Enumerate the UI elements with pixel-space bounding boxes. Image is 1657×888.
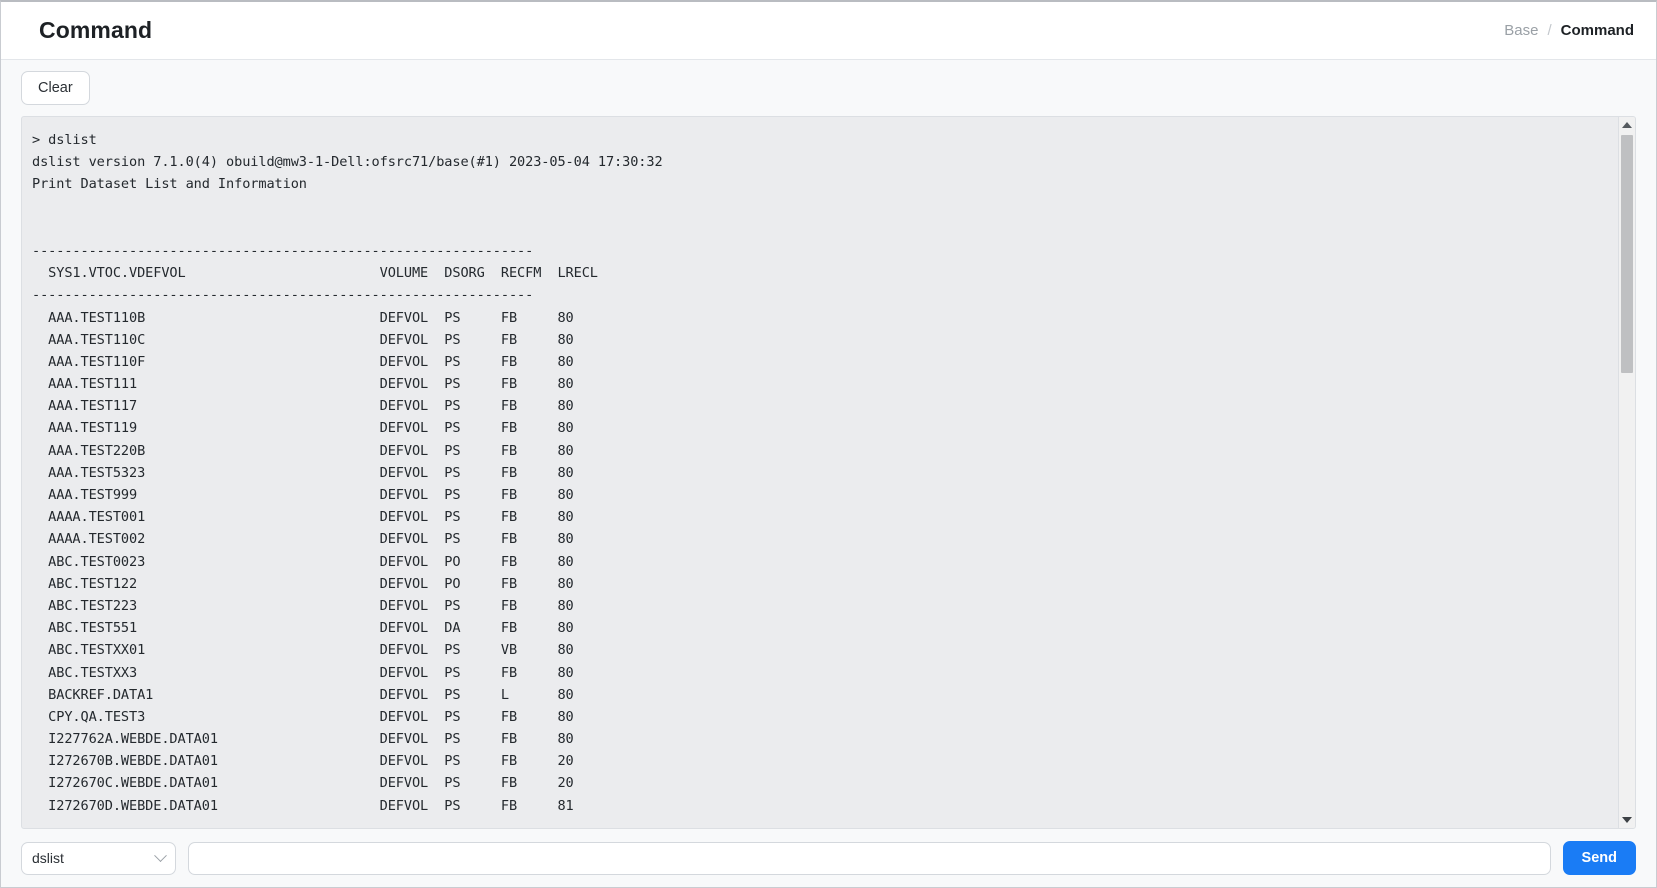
terminal-dataset-row: AAAA.TEST002 DEFVOL PS FB 80 bbox=[32, 528, 1618, 550]
terminal-dataset-row: I272670B.WEBDE.DATA01 DEFVOL PS FB 20 bbox=[32, 750, 1618, 772]
breadcrumb-item-base[interactable]: Base bbox=[1504, 22, 1538, 39]
terminal-dataset-row: ABC.TESTXX3 DEFVOL PS FB 80 bbox=[32, 662, 1618, 684]
toolbar: Clear bbox=[1, 60, 1656, 116]
terminal-rule: ----------------------------------------… bbox=[32, 284, 1618, 306]
terminal-dataset-row: AAA.TEST220B DEFVOL PS FB 80 bbox=[32, 440, 1618, 462]
terminal-blank-line bbox=[32, 218, 1618, 240]
breadcrumb-item-command: Command bbox=[1561, 22, 1634, 39]
terminal-dataset-row: AAA.TEST117 DEFVOL PS FB 80 bbox=[32, 395, 1618, 417]
terminal-blank-line bbox=[32, 196, 1618, 218]
terminal-dataset-row: I227762A.WEBDE.DATA01 DEFVOL PS FB 80 bbox=[32, 728, 1618, 750]
command-input[interactable] bbox=[188, 842, 1551, 875]
command-select-value: dslist bbox=[32, 850, 64, 866]
clear-button[interactable]: Clear bbox=[21, 71, 90, 106]
terminal-dataset-row: BACKREF.DATA1 DEFVOL PS L 80 bbox=[32, 684, 1618, 706]
terminal-dataset-row: ABC.TEST122 DEFVOL PO FB 80 bbox=[32, 573, 1618, 595]
command-bar: dslist Send bbox=[1, 829, 1656, 887]
terminal-dataset-row: ABC.TEST0023 DEFVOL PO FB 80 bbox=[32, 551, 1618, 573]
breadcrumb-separator: / bbox=[1547, 22, 1551, 39]
terminal-column-header: SYS1.VTOC.VDEFVOL VOLUME DSORG RECFM LRE… bbox=[32, 262, 1618, 284]
terminal-dataset-row: ABC.TESTXX01 DEFVOL PS VB 80 bbox=[32, 639, 1618, 661]
terminal-description-line: Print Dataset List and Information bbox=[32, 173, 1618, 195]
terminal-scrollbar[interactable] bbox=[1618, 117, 1635, 828]
terminal-dataset-row: I272670D.WEBDE.DATA01 DEFVOL PS FB 81 bbox=[32, 795, 1618, 817]
terminal-dataset-row: AAA.TEST119 DEFVOL PS FB 80 bbox=[32, 417, 1618, 439]
terminal-dataset-row: AAA.TEST110F DEFVOL PS FB 80 bbox=[32, 351, 1618, 373]
terminal-dataset-row: AAA.TEST5323 DEFVOL PS FB 80 bbox=[32, 462, 1618, 484]
terminal-rule: ----------------------------------------… bbox=[32, 240, 1618, 262]
terminal-dataset-row: AAAA.TEST001 DEFVOL PS FB 80 bbox=[32, 506, 1618, 528]
terminal-panel: > dslistdslist version 7.1.0(4) obuild@m… bbox=[21, 116, 1636, 829]
terminal-output[interactable]: > dslistdslist version 7.1.0(4) obuild@m… bbox=[22, 117, 1618, 828]
terminal-dataset-row: AAA.TEST110C DEFVOL PS FB 80 bbox=[32, 329, 1618, 351]
terminal-dataset-row: ABC.TEST223 DEFVOL PS FB 80 bbox=[32, 595, 1618, 617]
terminal-dataset-row: AAA.TEST110B DEFVOL PS FB 80 bbox=[32, 307, 1618, 329]
breadcrumb: Base / Command bbox=[1504, 22, 1634, 39]
terminal-dataset-row: CPY.QA.TEST3 DEFVOL PS FB 80 bbox=[32, 706, 1618, 728]
terminal-version-line: dslist version 7.1.0(4) obuild@mw3-1-Del… bbox=[32, 151, 1618, 173]
terminal-dataset-row: AAA.TEST999 DEFVOL PS FB 80 bbox=[32, 484, 1618, 506]
page-title: Command bbox=[39, 17, 152, 44]
scroll-up-icon[interactable] bbox=[1619, 117, 1635, 133]
scroll-down-icon[interactable] bbox=[1619, 812, 1635, 828]
terminal-prompt-line: > dslist bbox=[32, 129, 1618, 151]
command-select[interactable]: dslist bbox=[21, 842, 176, 875]
terminal-dataset-row: ABC.TEST551 DEFVOL DA FB 80 bbox=[32, 617, 1618, 639]
terminal-dataset-row: AAA.TEST111 DEFVOL PS FB 80 bbox=[32, 373, 1618, 395]
scrollbar-thumb[interactable] bbox=[1621, 135, 1633, 373]
page-header: Command Base / Command bbox=[1, 2, 1656, 60]
send-button[interactable]: Send bbox=[1563, 841, 1636, 876]
terminal-dataset-row: I272670C.WEBDE.DATA01 DEFVOL PS FB 20 bbox=[32, 772, 1618, 794]
chevron-down-icon bbox=[154, 849, 167, 862]
command-page: Command Base / Command Clear > dslistdsl… bbox=[0, 0, 1657, 888]
